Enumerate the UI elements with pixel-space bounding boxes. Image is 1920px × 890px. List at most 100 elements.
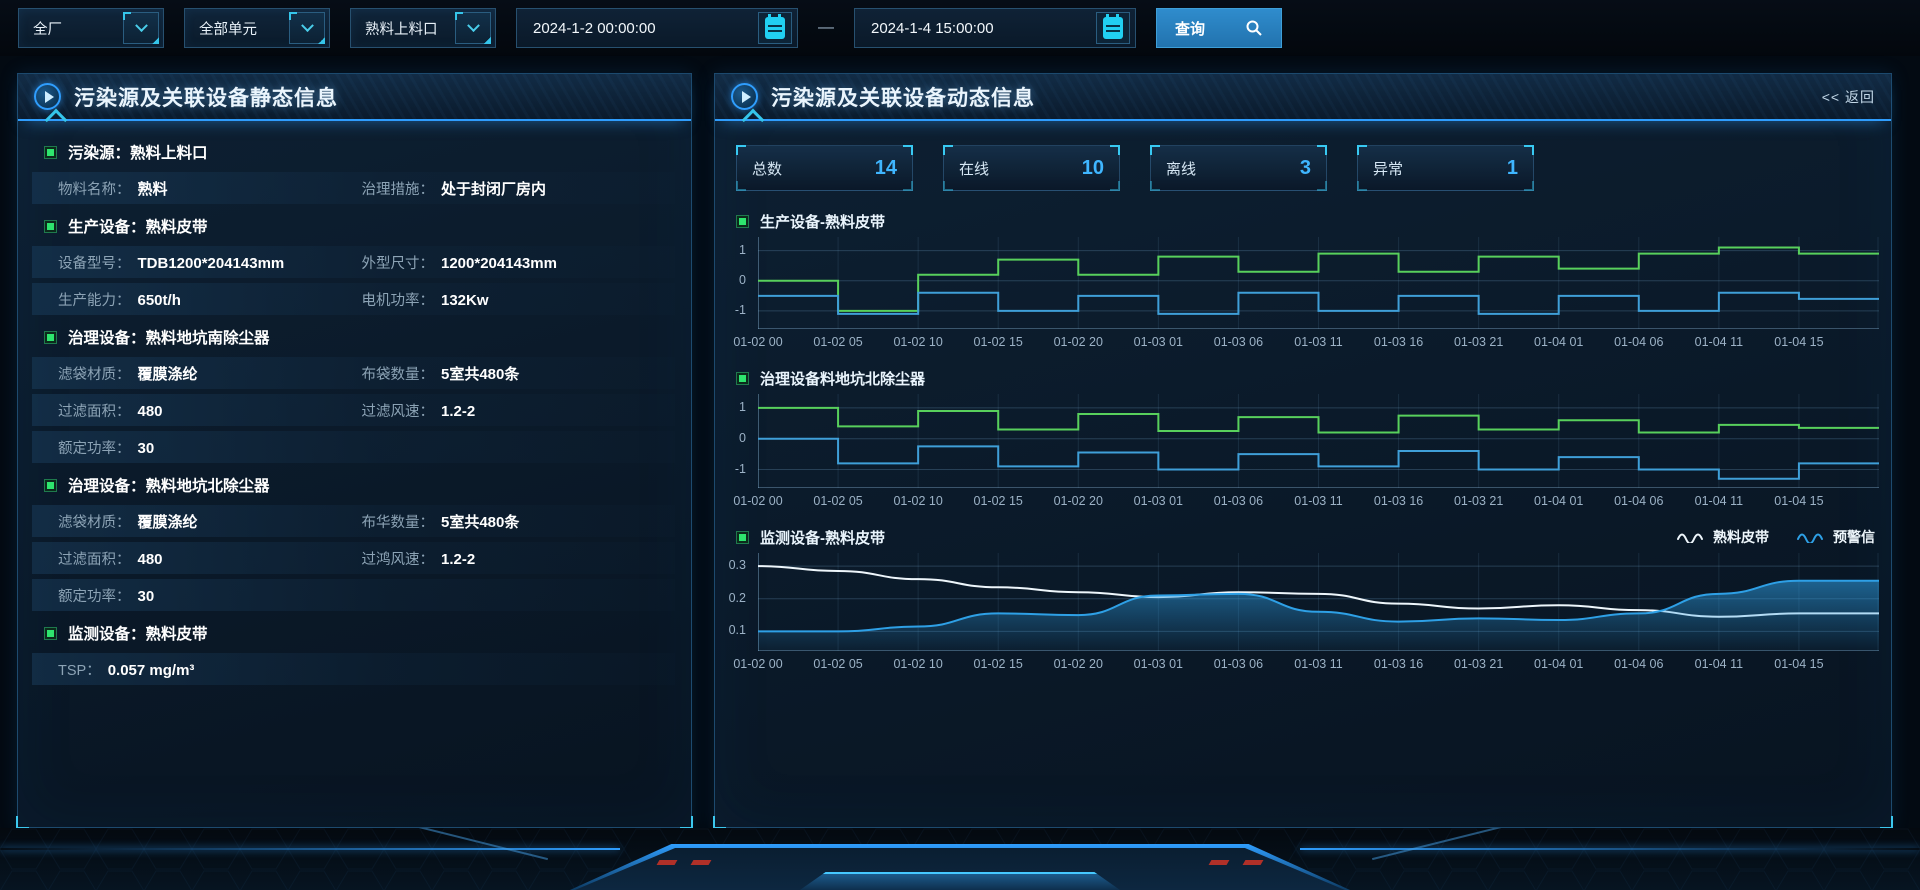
dropdown-caret-box[interactable] (289, 12, 325, 44)
field-value: 480 (138, 551, 163, 568)
legend-item-warning[interactable]: 预警信 (1797, 527, 1875, 547)
unit-select[interactable]: 全部单元 (184, 8, 330, 48)
field-value: TDB1200*204143mm (138, 255, 285, 272)
stat-label: 异常 (1373, 158, 1403, 179)
stat-online: 在线 10 (943, 145, 1120, 191)
stat-offline: 离线 3 (1150, 145, 1327, 191)
field-value: 处于封闭厂房内 (441, 178, 546, 199)
axis-tick-label: 01-03 11 (1294, 335, 1342, 349)
axis-tick-label: 01-04 15 (1774, 657, 1823, 671)
field-value: 30 (138, 440, 155, 457)
date-to-picker-button[interactable] (1096, 12, 1130, 44)
axis-tick-label: 01-02 15 (974, 657, 1023, 671)
field-label: 电机功率： (362, 289, 435, 310)
axis-tick-label: 1 (739, 243, 746, 257)
axis-tick-label: 01-03 01 (1134, 657, 1183, 671)
static-panel-title: 污染源及关联设备静态信息 (74, 82, 338, 112)
chart-plot (758, 394, 1879, 488)
section-treatment-equipment-north: 治理设备：熟料地坑北除尘器 (32, 468, 675, 502)
axis-tick-label: 0.2 (729, 591, 746, 605)
field-label: 治理措施： (362, 178, 435, 199)
axis-tick-label: 01-03 06 (1214, 657, 1263, 671)
stat-value: 3 (1300, 157, 1311, 180)
legend-wave-icon (1677, 531, 1705, 543)
field-value: 1.2-2 (441, 403, 475, 420)
back-button[interactable]: << 返回 (1822, 87, 1875, 107)
date-from-value: 2024-1-2 00:00:00 (533, 20, 656, 37)
axis-tick-label: 01-04 15 (1774, 335, 1823, 349)
play-icon (731, 83, 758, 110)
chart-title: 治理设备料地坑北除尘器 (760, 368, 925, 389)
search-icon (1245, 19, 1263, 37)
chevron-down-icon (301, 19, 314, 32)
date-to-input[interactable]: 2024-1-4 15:00:00 (854, 8, 1136, 48)
section-bullet-icon (44, 220, 57, 233)
dropdown-caret-box[interactable] (455, 12, 491, 44)
axis-tick-label: 01-02 10 (893, 494, 942, 508)
stat-label: 在线 (959, 158, 989, 179)
date-from-input[interactable]: 2024-1-2 00:00:00 (516, 8, 798, 48)
section-bullet-icon (44, 331, 57, 344)
section-bullet-icon (44, 146, 57, 159)
section-title: 污染源：熟料上料口 (68, 141, 208, 163)
chart-bullet-icon (736, 372, 749, 385)
calendar-icon (1103, 17, 1123, 39)
footer-streak (1372, 828, 1518, 860)
chart-legend: 熟料皮带 预警信 (1677, 527, 1881, 547)
chevron-down-icon (135, 19, 148, 32)
section-title: 监测设备：熟料皮带 (68, 622, 208, 644)
axis-tick-label: 01-04 06 (1614, 494, 1663, 508)
field-label: 生产能力： (58, 289, 131, 310)
axis-tick-label: 01-03 21 (1454, 494, 1503, 508)
chart-treatment-equipment: 治理设备料地坑北除尘器 10-1 01-02 0001-02 0501-02 1… (736, 362, 1881, 512)
footer-red-accent (1209, 860, 1230, 865)
chart-title: 监测设备-熟料皮带 (760, 527, 885, 548)
play-icon (34, 83, 61, 110)
axis-tick-label: 0.3 (729, 558, 746, 572)
field-value: 覆膜涤纶 (138, 511, 198, 532)
field-label: 设备型号： (58, 252, 131, 273)
legend-label: 熟料皮带 (1713, 527, 1769, 547)
chart-bullet-icon (736, 531, 749, 544)
field-value: 30 (138, 588, 155, 605)
chart-x-axis-labels: 01-02 0001-02 0501-02 1001-02 1501-02 20… (758, 329, 1879, 353)
field-label: TSP： (58, 659, 101, 680)
query-button[interactable]: 查询 (1156, 8, 1282, 48)
static-info-panel: 污染源及关联设备静态信息 污染源：熟料上料口 物料名称：熟料 治理措施：处于封闭… (17, 73, 692, 828)
axis-tick-label: 01-02 15 (974, 335, 1023, 349)
axis-tick-label: 01-04 01 (1534, 494, 1583, 508)
field-label: 过滤面积： (58, 400, 131, 421)
axis-tick-label: 01-02 00 (733, 494, 782, 508)
dropdown-caret-box[interactable] (123, 12, 159, 44)
field-value: 650t/h (138, 292, 181, 309)
field-label: 过滤风速： (362, 400, 435, 421)
chevron-down-icon (467, 19, 480, 32)
section-production-equipment: 生产设备：熟料皮带 (32, 209, 675, 243)
axis-tick-label: 01-03 16 (1374, 657, 1423, 671)
field-value: 480 (138, 403, 163, 420)
info-row: 生产能力： 650t/h 电机功率： 132Kw (32, 283, 675, 315)
info-row: 设备型号：TDB1200*204143mm 外型尺寸：1200*204143mm (32, 246, 675, 278)
source-select[interactable]: 熟料上料口 (350, 8, 496, 48)
axis-tick-label: 01-04 11 (1695, 335, 1743, 349)
axis-tick-label: 01-03 11 (1294, 657, 1342, 671)
field-label: 滤袋材质： (58, 363, 131, 384)
footer-red-accent (691, 860, 712, 865)
section-bullet-icon (44, 479, 57, 492)
stat-label: 总数 (752, 158, 782, 179)
axis-tick-label: 01-03 06 (1214, 335, 1263, 349)
axis-tick-label: 01-02 20 (1054, 657, 1103, 671)
legend-item-clinker-belt[interactable]: 熟料皮带 (1677, 527, 1769, 547)
axis-tick-label: -1 (735, 462, 746, 476)
footer-streak (402, 828, 548, 860)
axis-tick-label: 1 (739, 400, 746, 414)
footer-decoration (0, 828, 1920, 890)
section-treatment-equipment-south: 治理设备：熟料地坑南除尘器 (32, 320, 675, 354)
field-value: 132Kw (441, 292, 489, 309)
date-from-picker-button[interactable] (758, 12, 792, 44)
field-label: 滤袋材质： (58, 511, 131, 532)
chart-area: 10-1 01-02 0001-02 0501-02 1001-02 1501-… (758, 237, 1879, 353)
plant-select[interactable]: 全厂 (18, 8, 164, 48)
static-info-rows: 污染源：熟料上料口 物料名称：熟料 治理措施：处于封闭厂房内 生产设备：熟料皮带… (18, 121, 691, 685)
axis-tick-label: 01-02 05 (813, 335, 862, 349)
